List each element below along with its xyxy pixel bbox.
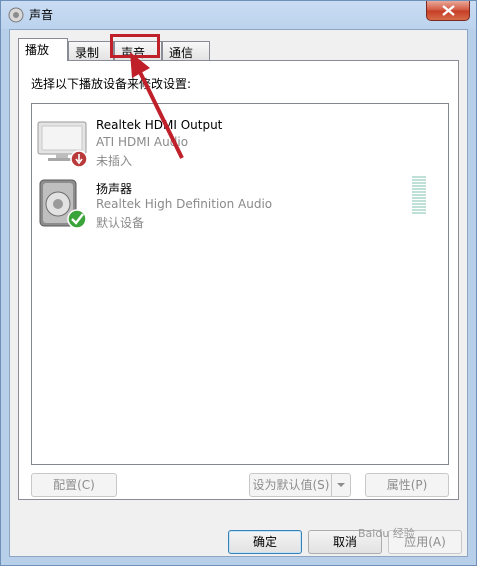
properties-button[interactable]: 属性(P) [365, 473, 449, 497]
device-item-speaker[interactable]: 扬声器 Realtek High Definition Audio 默认设备 [36, 176, 436, 236]
close-icon [442, 5, 455, 16]
window-title: 声音 [29, 8, 54, 22]
default-checkmark-icon [67, 209, 87, 229]
annotation-arrow-icon [130, 52, 184, 159]
device-list[interactable]: Realtek HDMI Output ATI HDMI Audio 未插入 扬… [31, 103, 449, 465]
ok-button[interactable]: 确定 [228, 530, 302, 554]
title-bar[interactable]: 声音 [1, 1, 476, 29]
tab-label: 播放 [25, 43, 50, 57]
volume-level-meter [412, 176, 426, 216]
tab-panel: 选择以下播放设备来修改设置: Realtek HDMI Output ATI H… [18, 60, 459, 500]
tab-label: 录制 [75, 46, 100, 60]
device-status: 默认设备 [96, 216, 145, 230]
unplugged-icon [70, 150, 88, 168]
device-item-hdmi[interactable]: Realtek HDMI Output ATI HDMI Audio 未插入 [36, 114, 436, 174]
sound-icon [8, 7, 24, 23]
device-name: 扬声器 [96, 182, 133, 196]
configure-button[interactable]: 配置(C) [31, 473, 117, 497]
set-default-label: 设为默认值(S) [252, 478, 330, 492]
monitor-icon [37, 121, 88, 168]
device-description: Realtek High Definition Audio [96, 197, 273, 211]
speaker-icon [39, 179, 87, 229]
chevron-down-icon[interactable] [331, 474, 350, 496]
watermark: Baidu 经验 [358, 527, 415, 540]
tab-playback[interactable]: 播放 [18, 38, 68, 61]
sound-dialog: 声音 播放 录制 声音 通信 选择以下播放设备来修改设置: Realtek HD… [0, 0, 477, 566]
tab-recording[interactable]: 录制 [68, 41, 114, 60]
dialog-client-area: 播放 录制 声音 通信 选择以下播放设备来修改设置: Realtek HDMI … [9, 29, 468, 557]
close-button[interactable] [426, 1, 470, 21]
set-default-button[interactable]: 设为默认值(S) [249, 473, 351, 497]
